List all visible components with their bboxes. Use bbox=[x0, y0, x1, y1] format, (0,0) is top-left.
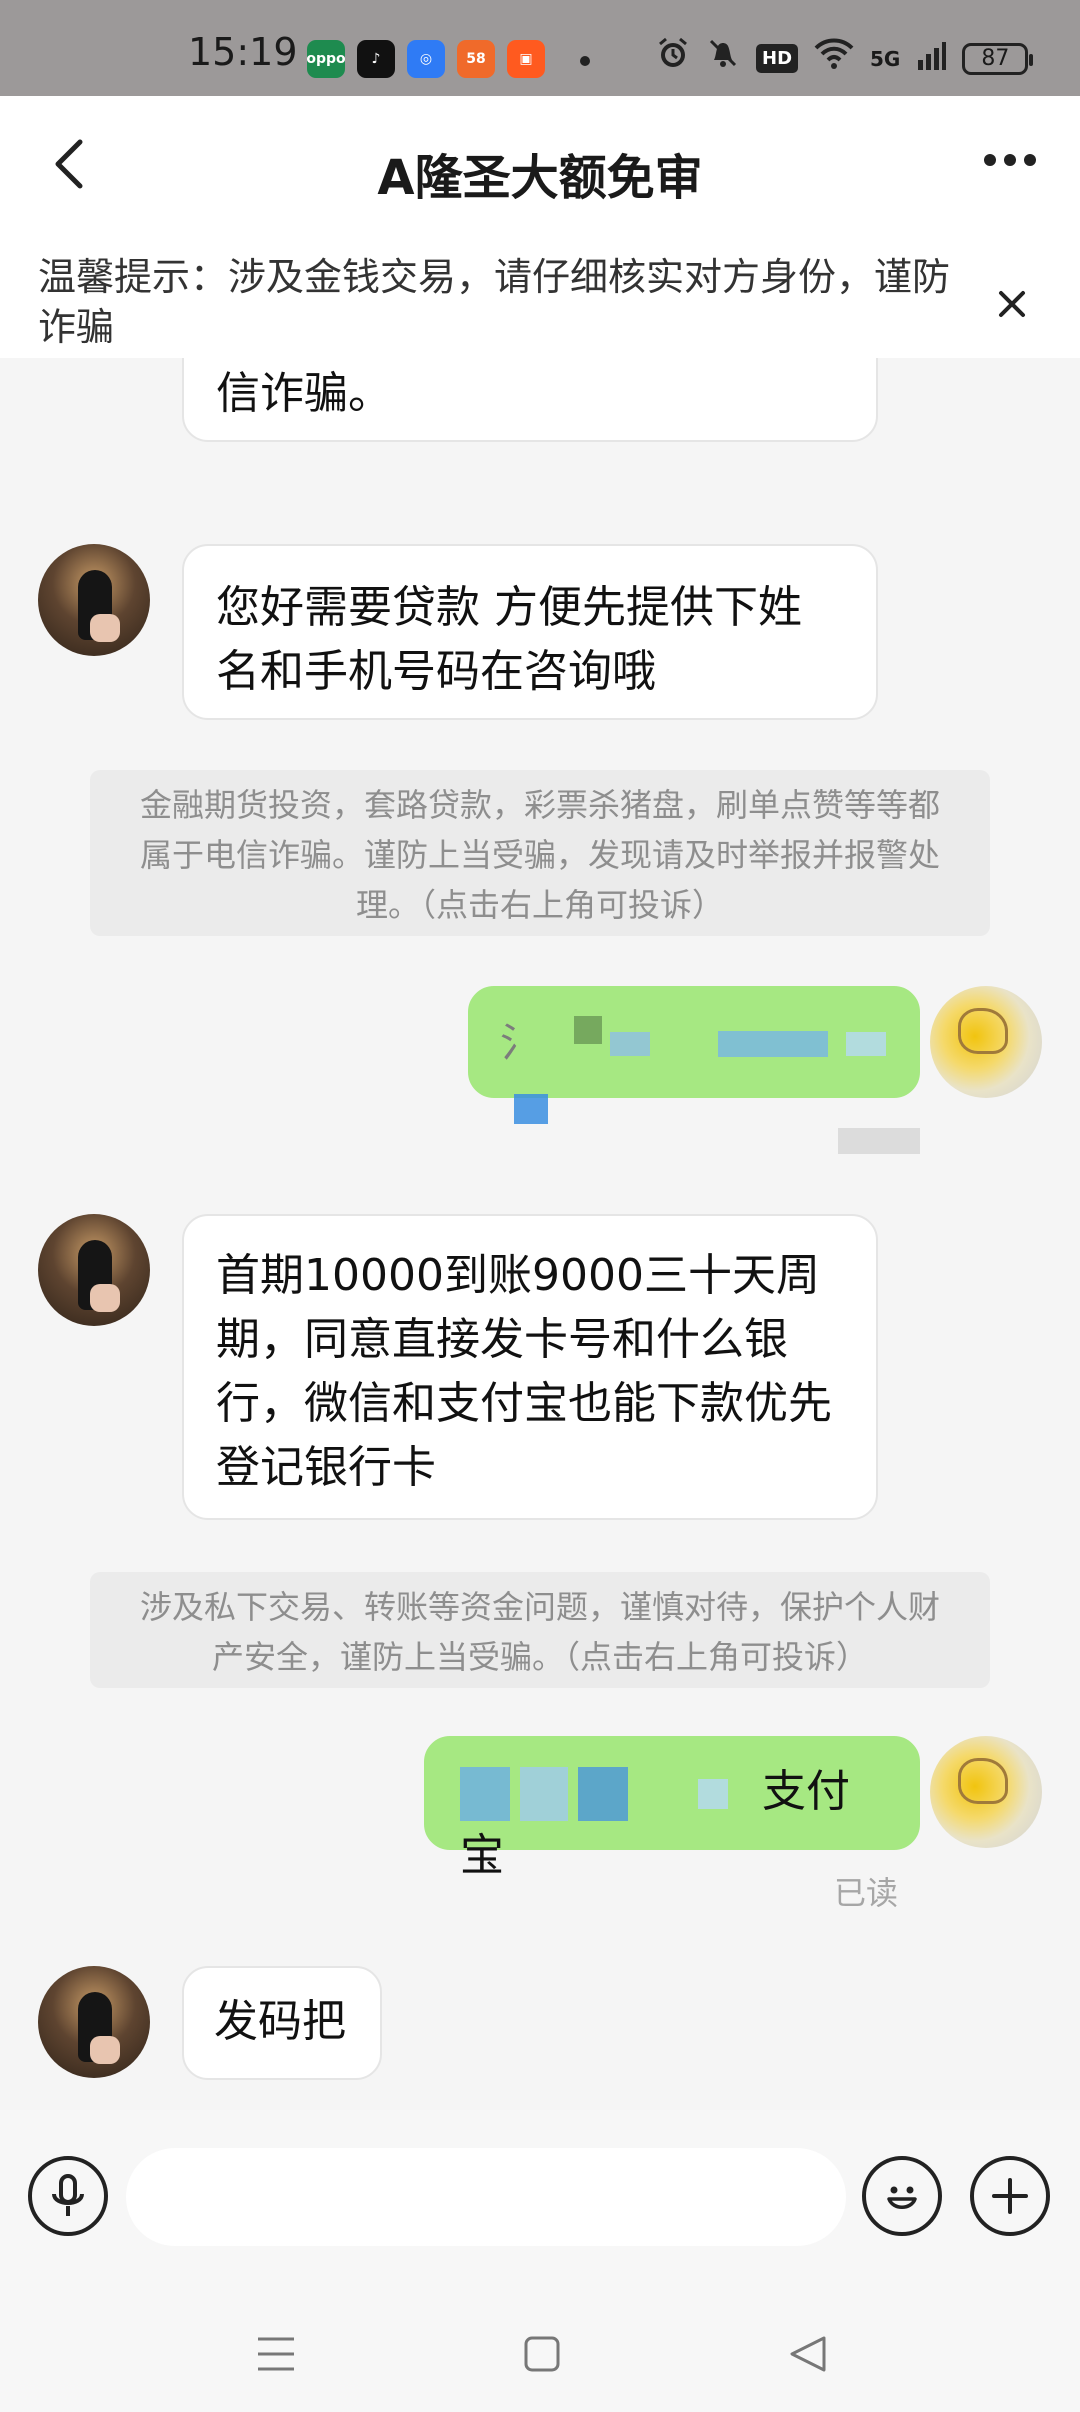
redacted-content bbox=[718, 1031, 828, 1057]
home-square-icon bbox=[524, 2336, 560, 2372]
my-avatar[interactable] bbox=[930, 1736, 1042, 1848]
mute-icon bbox=[706, 36, 740, 81]
system-message-line: 涉及私下交易、转账等资金问题，谨慎对待，保护个人财 bbox=[139, 1588, 940, 1626]
battery-indicator: 87 bbox=[962, 42, 1034, 75]
kuaishou-icon: ▣ bbox=[507, 40, 545, 78]
redacted-content bbox=[520, 1767, 568, 1821]
more-notifications-dot bbox=[580, 56, 590, 66]
system-status-icons: HD 5G 87 bbox=[656, 36, 1034, 81]
message-text: 支付宝 bbox=[460, 1766, 850, 1881]
redacted-content bbox=[574, 1016, 602, 1044]
contact-avatar[interactable] bbox=[38, 1966, 150, 2078]
more-dot-icon bbox=[984, 154, 996, 166]
plus-icon bbox=[992, 2178, 1028, 2214]
menu-icon bbox=[258, 2337, 294, 2371]
system-navigation-bar bbox=[0, 2288, 1080, 2412]
redacted-content bbox=[514, 1094, 548, 1124]
emoji-button[interactable] bbox=[862, 2156, 942, 2236]
message-text: 发码把 bbox=[214, 1996, 346, 2047]
message-text: 人聊天请核实对方身份，谨防电信诈骗。 bbox=[216, 368, 392, 419]
redacted-status bbox=[838, 1128, 920, 1154]
redacted-content bbox=[698, 1779, 728, 1809]
message-text-line: 名和手机号码在咨询哦 bbox=[216, 646, 656, 697]
emoji-icon bbox=[887, 2186, 917, 2209]
redacted-content bbox=[460, 1767, 510, 1821]
microphone-icon bbox=[52, 2174, 84, 2216]
redacted-content bbox=[610, 1032, 650, 1056]
redacted-content bbox=[846, 1032, 886, 1056]
close-notice-button[interactable] bbox=[984, 276, 1040, 332]
message-text-line: 行，微信和支付宝也能下款优先 bbox=[216, 1378, 832, 1429]
safety-notice: 温馨提示：涉及金钱交易，请仔细核实对方身份，谨防诈骗 bbox=[0, 240, 1080, 358]
wifi-icon bbox=[814, 37, 854, 81]
message-text: 氵 bbox=[500, 1020, 540, 1066]
more-options-button[interactable] bbox=[984, 154, 1036, 166]
chat-header: A隆圣大额免审 bbox=[0, 96, 1080, 240]
contact-avatar[interactable] bbox=[38, 544, 150, 656]
message-text-line: 登记银行卡 bbox=[216, 1442, 436, 1493]
more-dot-icon bbox=[1004, 154, 1016, 166]
message-bubble-other[interactable]: 发码把 bbox=[182, 1966, 382, 2080]
read-receipt: 已读 bbox=[834, 1874, 899, 1912]
message-text-line: 您好需要贷款 方便先提供下姓 bbox=[216, 582, 802, 633]
message-text-line: 首期10000到账9000三十天周 bbox=[216, 1250, 820, 1301]
close-icon bbox=[999, 291, 1025, 317]
system-message-line: 金融期货投资，套路贷款，彩票杀猪盘，刷单点赞等等都 bbox=[139, 786, 940, 824]
tiktok-icon: ♪ bbox=[357, 40, 395, 78]
network-type: 5G bbox=[870, 46, 901, 71]
system-message-line: 产安全，谨防上当受骗。（点击右上角可投诉） bbox=[211, 1638, 868, 1676]
system-warning-message[interactable]: 涉及私下交易、转账等资金问题，谨慎对待，保护个人财 产安全，谨防上当受骗。（点击… bbox=[90, 1572, 990, 1688]
message-input-bar bbox=[0, 2110, 1080, 2288]
back-nav-button[interactable] bbox=[778, 2324, 838, 2384]
ai-app-icon: ◎ bbox=[407, 40, 445, 78]
alarm-icon bbox=[656, 36, 690, 81]
my-avatar[interactable] bbox=[930, 986, 1042, 1098]
safety-notice-text: 温馨提示：涉及金钱交易，请仔细核实对方身份，谨防诈骗 bbox=[38, 255, 951, 349]
hd-voice-icon: HD bbox=[756, 44, 799, 73]
home-button[interactable] bbox=[512, 2324, 572, 2384]
more-dot-icon bbox=[1024, 154, 1036, 166]
recent-apps-button[interactable] bbox=[246, 2324, 306, 2384]
message-bubble-mine[interactable]: 氵 bbox=[468, 986, 920, 1124]
status-bar: 15:19 oppo ♪ ◎ 58 ▣ HD 5G 87 bbox=[0, 0, 1080, 96]
system-warning-message[interactable]: 金融期货投资，套路贷款，彩票杀猪盘，刷单点赞等等都 属于电信诈骗。谨防上当受骗，… bbox=[90, 770, 990, 936]
message-bubble-other[interactable]: 首期10000到账9000三十天周 期，同意直接发卡号和什么银 行，微信和支付宝… bbox=[182, 1214, 878, 1520]
message-input[interactable] bbox=[126, 2148, 846, 2246]
more-attachments-button[interactable] bbox=[970, 2156, 1050, 2236]
message-bubble-mine[interactable]: 支付宝 bbox=[424, 1736, 920, 1881]
chat-title: A隆圣大额免审 bbox=[377, 150, 703, 206]
notification-app-icons: oppo ♪ ◎ 58 ▣ bbox=[306, 40, 545, 78]
message-bubble-other[interactable]: 人聊天请核实对方身份，谨防电信诈骗。 bbox=[182, 358, 878, 442]
contact-avatar[interactable] bbox=[38, 1214, 150, 1326]
status-time: 15:19 bbox=[188, 30, 298, 74]
back-triangle-icon bbox=[790, 2336, 826, 2372]
signal-icon bbox=[916, 37, 947, 81]
system-message-line: 属于电信诈骗。谨防上当受骗，发现请及时举报并报警处 bbox=[139, 836, 940, 874]
message-bubble-other[interactable]: 您好需要贷款 方便先提供下姓 名和手机号码在咨询哦 bbox=[182, 544, 878, 720]
chat-message-list[interactable]: 人聊天请核实对方身份，谨防电信诈骗。 您好需要贷款 方便先提供下姓 名和手机号码… bbox=[0, 358, 1080, 2110]
system-message-line: 理。（点击右上角可投诉） bbox=[355, 886, 724, 924]
redacted-content bbox=[578, 1767, 628, 1821]
message-text-line: 期，同意直接发卡号和什么银 bbox=[216, 1314, 788, 1365]
oppo-app-icon: oppo bbox=[306, 40, 346, 78]
58-app-icon: 58 bbox=[457, 40, 495, 78]
voice-input-button[interactable] bbox=[28, 2156, 108, 2236]
